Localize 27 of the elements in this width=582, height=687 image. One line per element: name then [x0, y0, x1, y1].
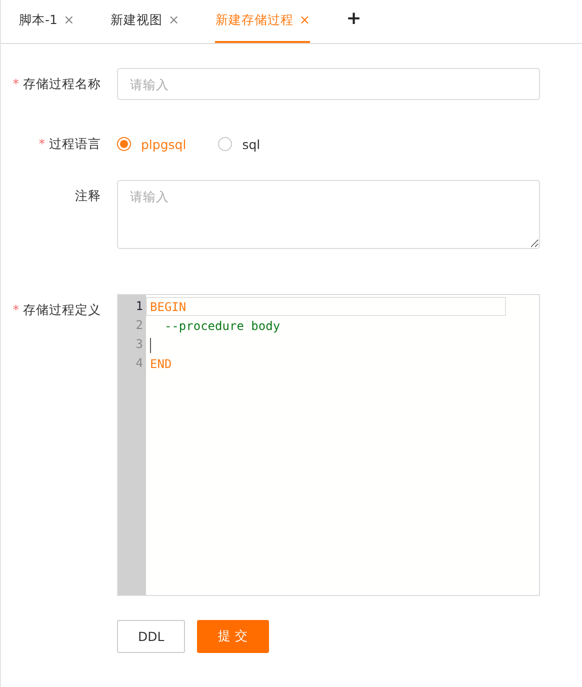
required-mark: *: [38, 136, 45, 151]
field-label: 过程语言: [49, 136, 101, 151]
radio-icon[interactable]: [117, 137, 131, 151]
required-mark: *: [12, 302, 19, 317]
name-input[interactable]: 请输入: [117, 68, 540, 100]
add-tab-button[interactable]: +: [346, 8, 362, 29]
radio-icon[interactable]: [218, 137, 232, 151]
radio-option[interactable]: sql: [218, 136, 260, 152]
code-line: END: [150, 357, 172, 371]
ddl-button[interactable]: DDL: [117, 620, 186, 653]
code-line: --procedure body: [163, 319, 280, 333]
line-number: 1: [134, 298, 144, 315]
line-number: 3: [134, 336, 144, 353]
tab[interactable]: 脚本-1 ×: [19, 0, 74, 43]
field-label: 存储过程定义: [23, 302, 101, 317]
code-editor[interactable]: 1 2 3 4 BEGIN --procedure body END: [117, 294, 540, 596]
tab[interactable]: 新建视图 ×: [110, 0, 180, 43]
field-label: 注释: [75, 188, 101, 203]
close-icon[interactable]: ×: [168, 13, 180, 28]
line-number: 4: [134, 355, 144, 372]
field-label: 存储过程名称: [23, 76, 101, 91]
line-number: 2: [134, 317, 144, 334]
close-icon[interactable]: ×: [63, 13, 74, 28]
code-line: BEGIN: [150, 300, 186, 314]
text-cursor: [150, 338, 151, 354]
comment-input[interactable]: 请输入: [117, 180, 540, 249]
required-mark: *: [12, 76, 19, 91]
